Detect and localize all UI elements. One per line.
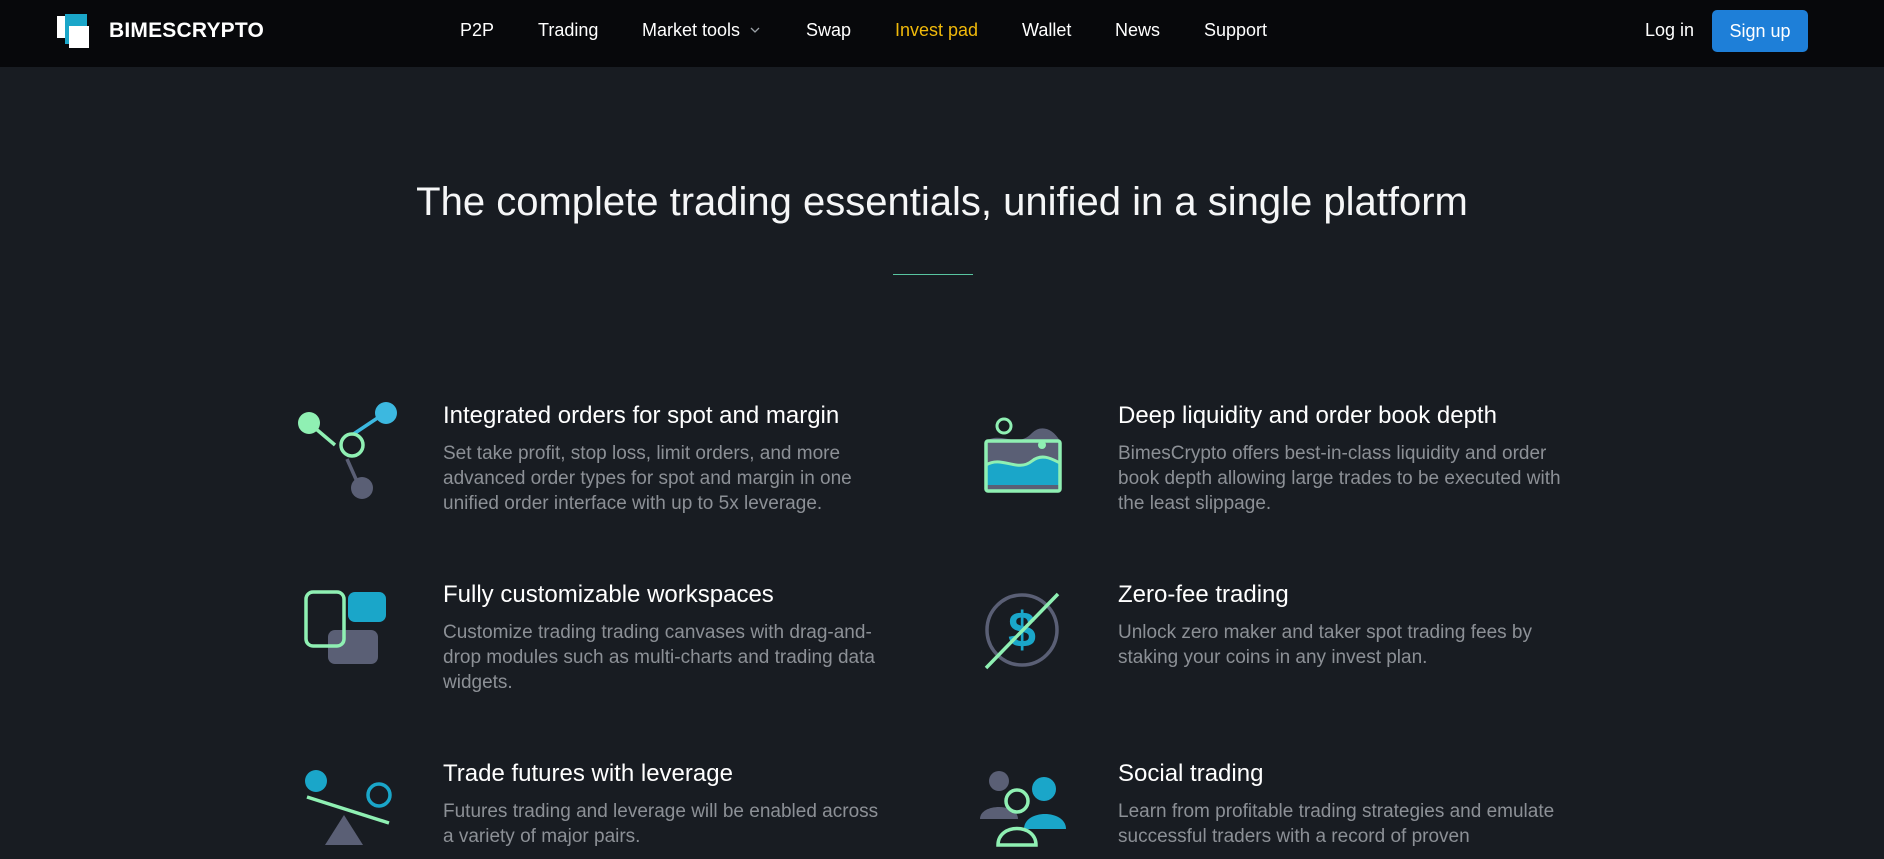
headline-divider	[893, 274, 973, 275]
brand-logo-icon	[57, 14, 89, 48]
no-fee-dollar-icon: $	[984, 592, 1060, 670]
feature-description: Learn from profitable trading strategies…	[1118, 801, 1555, 847]
leverage-seesaw-icon	[305, 770, 392, 845]
nav-news[interactable]: News	[1115, 19, 1160, 41]
feature-description: Set take profit, stop loss, limit orders…	[443, 443, 852, 514]
brand-logo[interactable]: BIMESCRYPTO	[57, 14, 264, 48]
signup-button[interactable]: Sign up	[1712, 10, 1808, 52]
feature-title: Integrated orders for spot and margin	[443, 402, 840, 429]
feature-description: BimesCrypto offers best-in-class liquidi…	[1118, 443, 1561, 514]
feature-title: Deep liquidity and order book depth	[1118, 402, 1497, 429]
login-link[interactable]: Log in	[1645, 19, 1694, 41]
nav-invest-pad[interactable]: Invest pad	[895, 19, 978, 41]
nav-wallet[interactable]: Wallet	[1022, 19, 1071, 41]
network-nodes-icon	[298, 402, 397, 499]
feature-title: Zero-fee trading	[1118, 581, 1289, 608]
nav-trading[interactable]: Trading	[538, 19, 598, 41]
nav-support[interactable]: Support	[1204, 19, 1267, 41]
nav-swap[interactable]: Swap	[806, 19, 851, 41]
brand-name: BIMESCRYPTO	[109, 19, 265, 42]
nav-market-tools-label: Market tools	[642, 20, 741, 40]
social-users-icon	[980, 771, 1066, 847]
nav-p2p[interactable]: P2P	[460, 19, 494, 41]
nav-market-tools[interactable]: Market tools	[642, 19, 760, 41]
liquidity-wave-icon	[984, 417, 1062, 493]
feature-description: Customize trading trading canvases with …	[443, 622, 875, 693]
feature-title: Social trading	[1118, 760, 1264, 787]
workspace-blocks-icon	[304, 590, 386, 664]
top-navbar: BIMESCRYPTO P2P Trading Market tools Swa…	[0, 0, 1884, 67]
feature-title: Trade futures with leverage	[443, 760, 733, 787]
feature-description: Unlock zero maker and taker spot trading…	[1118, 622, 1532, 668]
chevron-down-icon	[750, 27, 760, 33]
feature-description: Futures trading and leverage will be ena…	[443, 801, 879, 847]
section-headline: The complete trading essentials, unified…	[416, 180, 1468, 224]
feature-title: Fully customizable workspaces	[443, 581, 774, 608]
